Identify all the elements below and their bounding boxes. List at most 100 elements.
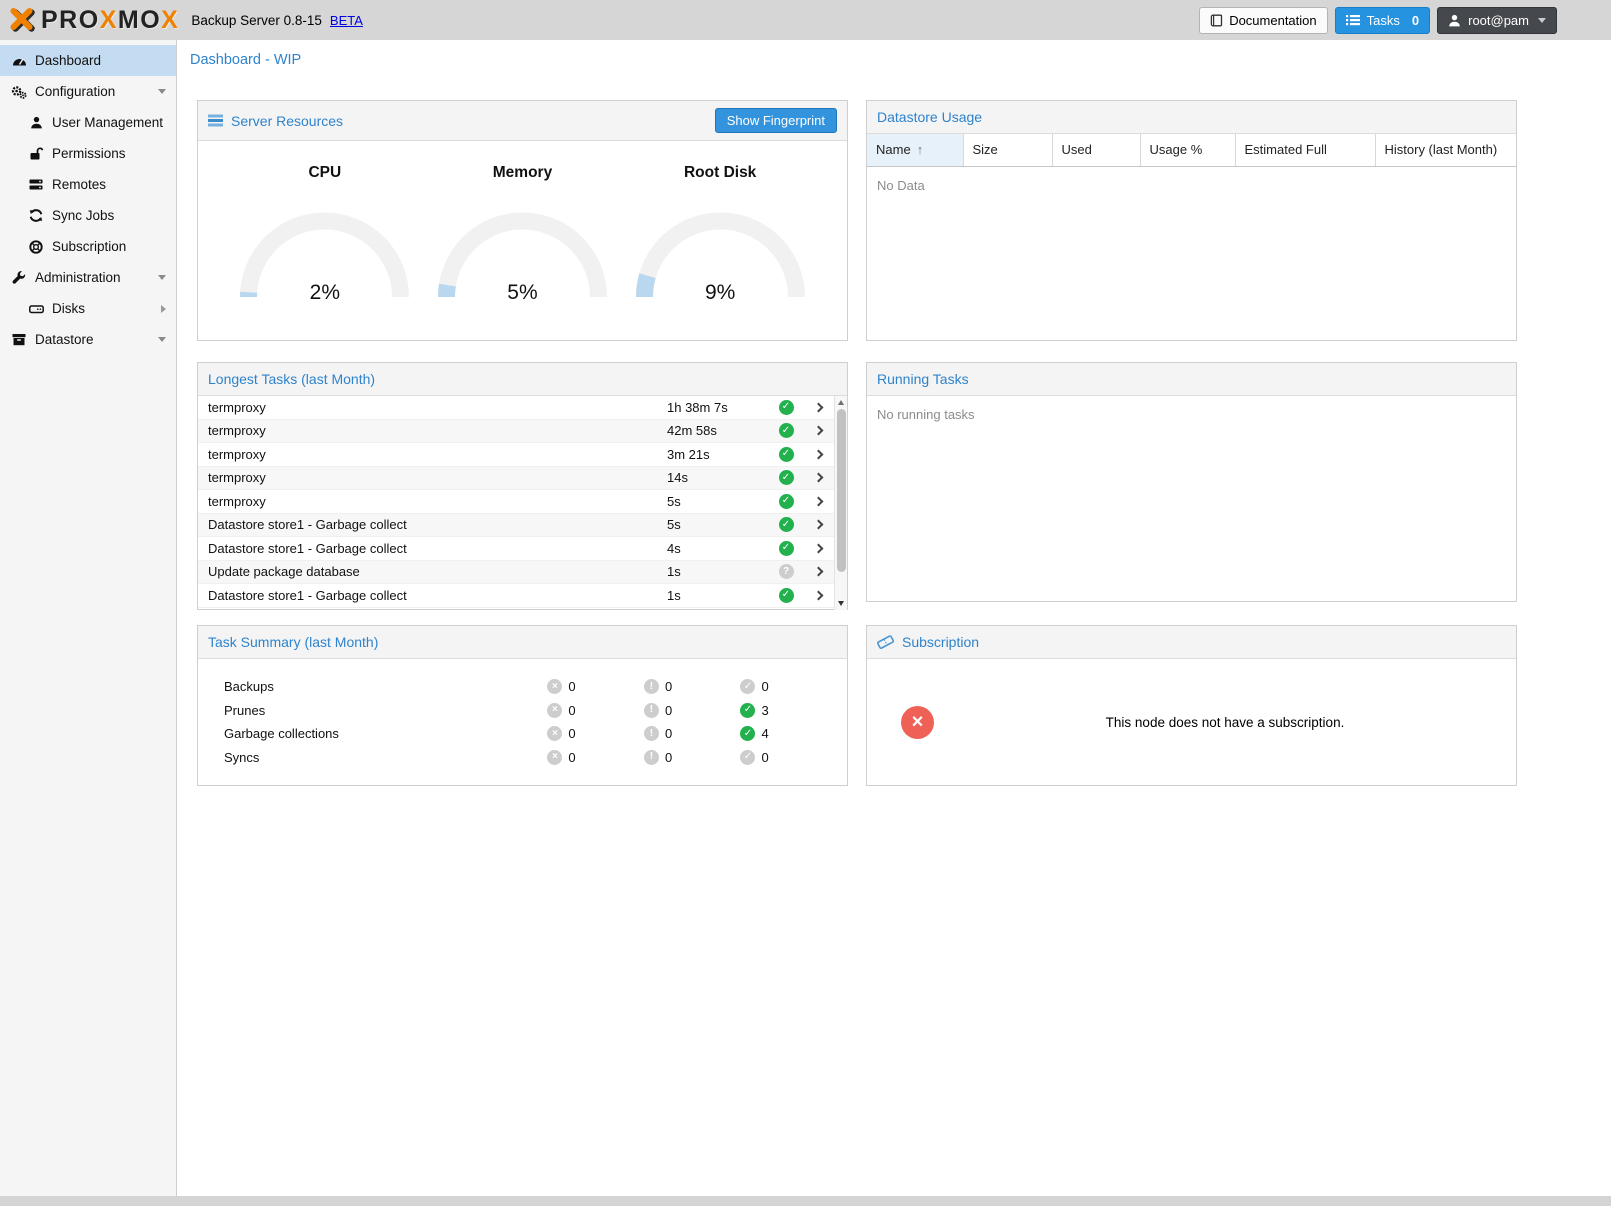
sidebar-item-subscription[interactable]: Subscription xyxy=(0,231,176,262)
chevron-right-icon[interactable] xyxy=(813,473,823,483)
error-count-icon: × xyxy=(547,679,562,694)
task-row[interactable]: Datastore store1 - Garbage collect 4s ✓ xyxy=(198,537,847,561)
task-row[interactable]: termproxy 5s ✓ xyxy=(198,490,847,514)
running-tasks-panel: Running Tasks No running tasks xyxy=(866,362,1517,602)
scrollbar-thumb[interactable] xyxy=(837,409,846,572)
proxmox-x-icon xyxy=(8,6,36,34)
chevron-right-icon[interactable] xyxy=(813,449,823,459)
proxmox-wordmark: PROXMOX xyxy=(41,6,179,35)
error-count-icon: × xyxy=(547,726,562,741)
column-header-history[interactable]: History (last Month) xyxy=(1375,134,1516,166)
task-status-icon: ✓ xyxy=(779,423,794,438)
ok-count-icon: ✓ xyxy=(740,750,755,765)
server-icon xyxy=(27,178,45,191)
sync-refresh-icon xyxy=(27,209,45,222)
times-circle-icon: × xyxy=(901,706,934,739)
task-row[interactable]: termproxy 1h 38m 7s ✓ xyxy=(198,396,847,420)
column-header-usage-pct[interactable]: Usage % xyxy=(1140,134,1235,166)
wrench-icon xyxy=(10,271,28,285)
error-count-icon: × xyxy=(547,750,562,765)
scroll-up-arrow-icon[interactable] xyxy=(838,400,844,405)
subscription-title: Subscription xyxy=(902,634,979,650)
documentation-button[interactable]: Documentation xyxy=(1199,7,1327,34)
chevron-down-icon xyxy=(158,337,166,342)
proxmox-backup-app: PROXMOX Backup Server 0.8-15 BETA Docume… xyxy=(0,0,1611,1206)
unlock-icon xyxy=(27,147,45,160)
column-header-name[interactable]: Name↑ xyxy=(867,134,963,166)
chevron-right-icon[interactable] xyxy=(813,567,823,577)
task-row[interactable]: Update package database 1s ? xyxy=(198,561,847,585)
sidebar-item-remotes[interactable]: Remotes xyxy=(0,169,176,200)
column-header-used[interactable]: Used xyxy=(1052,134,1140,166)
sidebar-item-configuration[interactable]: Configuration xyxy=(0,76,176,107)
sidebar-item-user-management[interactable]: User Management xyxy=(0,107,176,138)
summary-row-garbage-collections: Garbage collections ×0 !0 ✓4 xyxy=(198,722,847,746)
root-disk-gauge: Root Disk 9% xyxy=(627,164,814,300)
top-header: PROXMOX Backup Server 0.8-15 BETA Docume… xyxy=(0,0,1611,40)
ok-count-icon: ✓ xyxy=(740,679,755,694)
task-row[interactable]: termproxy 42m 58s ✓ xyxy=(198,420,847,444)
sidebar-item-administration[interactable]: Administration xyxy=(0,262,176,293)
chevron-right-icon[interactable] xyxy=(813,496,823,506)
chevron-right-icon xyxy=(161,305,166,313)
sidebar-item-sync-jobs[interactable]: Sync Jobs xyxy=(0,200,176,231)
memory-gauge: Memory 5% xyxy=(429,164,616,300)
tasks-count-badge: 0 xyxy=(1412,13,1419,28)
subscription-panel: Subscription × This node does not have a… xyxy=(866,625,1517,786)
beta-link[interactable]: BETA xyxy=(330,13,363,28)
error-count-icon: × xyxy=(547,703,562,718)
resource-gauges: CPU 2% Memory xyxy=(198,141,847,300)
chevron-down-icon xyxy=(158,89,166,94)
tasks-button[interactable]: Tasks 0 xyxy=(1335,7,1430,34)
task-status-icon: ✓ xyxy=(779,517,794,532)
longest-tasks-list: termproxy 1h 38m 7s ✓ termproxy 42m 58s … xyxy=(198,396,847,610)
chevron-right-icon[interactable] xyxy=(813,426,823,436)
user-menu-button[interactable]: root@pam xyxy=(1437,7,1557,34)
sidebar: Dashboard Configuration User Management xyxy=(0,40,177,1196)
sidebar-item-dashboard[interactable]: Dashboard xyxy=(0,45,176,76)
user-icon xyxy=(27,116,45,129)
task-row[interactable]: termproxy 14s ✓ xyxy=(198,467,847,491)
warning-count-icon: ! xyxy=(644,703,659,718)
server-resources-title: Server Resources xyxy=(231,113,343,129)
sidebar-item-permissions[interactable]: Permissions xyxy=(0,138,176,169)
proxmox-logo[interactable]: PROXMOX xyxy=(8,6,179,35)
task-summary-title: Task Summary (last Month) xyxy=(208,634,378,650)
task-status-icon: ✓ xyxy=(779,588,794,603)
subscription-message: This node does not have a subscription. xyxy=(934,715,1516,730)
task-status-icon: ✓ xyxy=(779,494,794,509)
warning-count-icon: ! xyxy=(644,750,659,765)
sidebar-item-datastore[interactable]: Datastore xyxy=(0,324,176,355)
task-row[interactable]: termproxy 3m 21s ✓ xyxy=(198,443,847,467)
warning-count-icon: ! xyxy=(644,679,659,694)
gears-icon xyxy=(10,85,28,99)
chevron-right-icon[interactable] xyxy=(813,590,823,600)
tachometer-icon xyxy=(10,54,28,67)
chevron-down-icon xyxy=(158,275,166,280)
running-tasks-empty-text: No running tasks xyxy=(867,396,1516,433)
ok-count-icon: ✓ xyxy=(740,703,755,718)
task-row[interactable]: Datastore store1 - Garbage collect 5s ✓ xyxy=(198,514,847,538)
chevron-right-icon[interactable] xyxy=(813,543,823,553)
task-status-icon: ✓ xyxy=(779,447,794,462)
task-status-icon: ✓ xyxy=(779,541,794,556)
datastore-usage-title: Datastore Usage xyxy=(877,109,982,125)
task-status-icon: ✓ xyxy=(779,470,794,485)
book-icon xyxy=(1210,14,1223,27)
warning-count-icon: ! xyxy=(644,726,659,741)
chevron-right-icon[interactable] xyxy=(813,520,823,530)
column-header-size[interactable]: Size xyxy=(963,134,1052,166)
longest-tasks-title: Longest Tasks (last Month) xyxy=(208,371,375,387)
task-summary-panel: Task Summary (last Month) Backups ×0 !0 … xyxy=(197,625,848,786)
task-row[interactable]: Datastore store1 - Garbage collect 1s ✓ xyxy=(198,584,847,608)
summary-row-syncs: Syncs ×0 !0 ✓0 xyxy=(198,746,847,770)
summary-row-backups: Backups ×0 !0 ✓0 xyxy=(198,675,847,699)
show-fingerprint-button[interactable]: Show Fingerprint xyxy=(715,108,837,133)
product-version: Backup Server 0.8-15 xyxy=(191,13,322,28)
vertical-scrollbar[interactable] xyxy=(834,396,847,610)
ticket-icon xyxy=(877,634,894,650)
sidebar-item-disks[interactable]: Disks xyxy=(0,293,176,324)
scroll-down-arrow-icon[interactable] xyxy=(838,601,844,606)
column-header-estimated-full[interactable]: Estimated Full xyxy=(1235,134,1375,166)
chevron-right-icon[interactable] xyxy=(813,402,823,412)
